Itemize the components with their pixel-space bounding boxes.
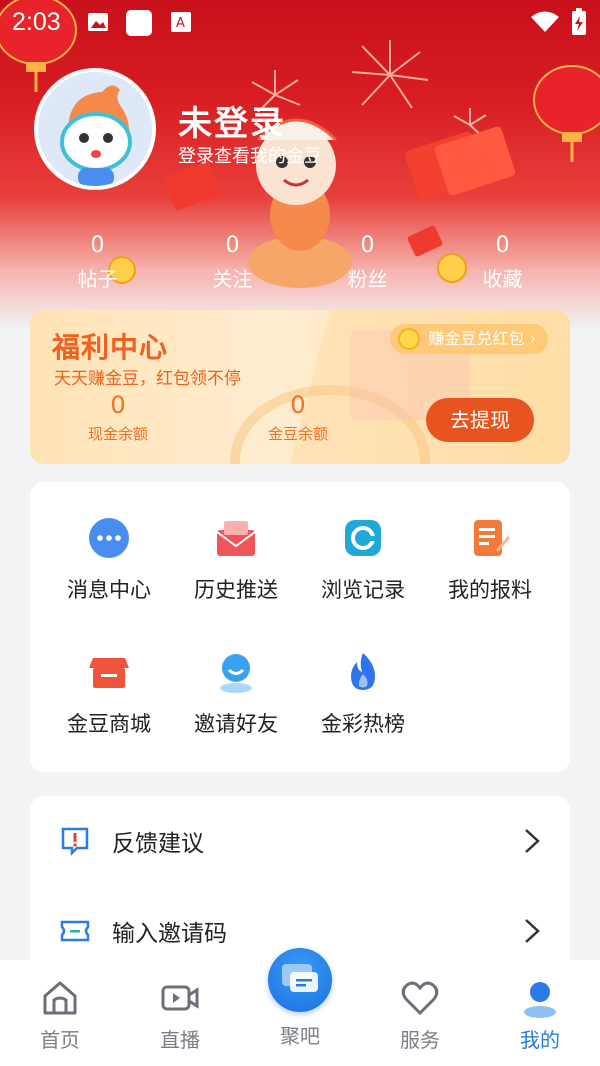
login-prompt[interactable]: 登录查看我的金豆 [178, 142, 322, 168]
grid-item-label: 浏览记录 [321, 578, 405, 602]
nav-label-community[interactable]: 聚吧 [240, 1020, 360, 1049]
welfare-center-card[interactable]: 福利中心 天天赚金豆，红包领不停 赚金豆兑红包 › 0 现金余额 0 金豆余额 … [30, 310, 570, 464]
grid-item-browse-history[interactable]: 浏览记录 [298, 516, 428, 604]
stat-label: 粉丝 [347, 267, 388, 291]
mall-icon [89, 658, 129, 688]
grid-item-bean-mall[interactable]: 金豆商城 [44, 650, 174, 738]
stat-value: 0 [495, 233, 510, 258]
chevron-right-icon [525, 829, 540, 853]
cash-balance-value: 0 [110, 391, 126, 419]
bean-balance-value: 0 [290, 391, 306, 419]
wifi-icon [531, 11, 559, 32]
stat-favorites[interactable]: 0 收藏 [435, 232, 570, 302]
grid-item-invite-friends[interactable]: 邀请好友 [171, 650, 301, 738]
browse-history-icon [345, 520, 381, 556]
grid-item-label: 金彩热榜 [321, 712, 405, 736]
hot-list-icon [351, 653, 375, 690]
grid-item-hot-list[interactable]: 金彩热榜 [298, 650, 428, 738]
profile-icon [524, 982, 556, 1018]
welfare-title: 福利中心 [52, 331, 169, 364]
status-bar: 2:03 A [0, 0, 600, 46]
stat-value: 0 [225, 233, 240, 258]
grid-item-messages[interactable]: 消息中心 [44, 516, 174, 604]
stat-following[interactable]: 0 关注 [165, 232, 300, 302]
chevron-right-icon [525, 919, 540, 943]
bean-balance[interactable]: 0 金豆余额 [248, 390, 348, 448]
chevron-right-icon: › [529, 329, 536, 348]
gold-bean-icon [398, 328, 421, 350]
nav-label: 直播 [160, 1028, 200, 1052]
cash-balance-label: 现金余额 [87, 425, 148, 443]
feedback-icon [61, 827, 89, 856]
nav-label: 服务 [400, 1028, 440, 1052]
nav-label: 我的 [520, 1028, 560, 1052]
login-status-title[interactable]: 未登录 [178, 96, 286, 145]
grid-item-label: 消息中心 [67, 578, 151, 602]
status-time: 2:03 [12, 8, 61, 36]
profile-stats: 0 帖子 0 关注 0 粉丝 0 收藏 [30, 232, 570, 302]
nav-services[interactable]: 服务 [360, 978, 480, 1053]
push-history-icon [216, 521, 256, 556]
list-item-label: 输入邀请码 [112, 921, 227, 947]
withdraw-button[interactable]: 去提现 [426, 398, 534, 442]
nav-home[interactable]: 首页 [0, 978, 120, 1053]
stat-value: 0 [90, 233, 105, 258]
stat-followers[interactable]: 0 粉丝 [300, 232, 435, 302]
earn-beans-badge[interactable]: 赚金豆兑红包 › [390, 324, 548, 354]
battery-charging-icon [572, 8, 586, 35]
svg-text:A: A [176, 16, 185, 31]
heart-icon [401, 981, 439, 1016]
mascot-avatar-icon [38, 72, 152, 186]
app-notification-icon [126, 10, 152, 36]
nav-mine[interactable]: 我的 [480, 978, 600, 1053]
grid-item-label: 我的报料 [448, 578, 532, 602]
live-icon [161, 985, 199, 1011]
message-icon [89, 518, 129, 558]
keyboard-notification-icon: A [171, 12, 191, 32]
profile-header: 2:03 A 未登录 登录查看我的金豆 0 帖子 0 关注 0 粉丝 0 收藏 [0, 0, 600, 330]
invite-code-icon [60, 920, 90, 942]
stat-value: 0 [360, 233, 375, 258]
stat-label: 收藏 [482, 267, 523, 291]
list-item-label: 反馈建议 [112, 831, 204, 857]
image-notification-icon [88, 13, 108, 31]
chat-bubbles-icon [282, 964, 318, 992]
list-item-feedback[interactable]: 反馈建议 [30, 796, 570, 886]
grid-item-label: 邀请好友 [194, 712, 278, 736]
grid-item-my-reports[interactable]: 我的报料 [425, 516, 555, 604]
grid-item-label: 金豆商城 [67, 712, 151, 736]
grid-item-label: 历史推送 [194, 578, 278, 602]
cash-balance[interactable]: 0 现金余额 [68, 390, 168, 448]
nav-community-button[interactable] [268, 948, 332, 1012]
report-icon [474, 520, 510, 556]
badge-label: 赚金豆兑红包 [428, 329, 525, 348]
nav-live[interactable]: 直播 [120, 978, 240, 1053]
stat-posts[interactable]: 0 帖子 [30, 232, 165, 302]
avatar[interactable] [34, 68, 156, 190]
bean-balance-label: 金豆余额 [267, 425, 328, 443]
nav-label: 首页 [40, 1028, 80, 1052]
function-grid: 消息中心 历史推送 浏览记录 我的报料 金豆商城 邀请好友 金彩热榜 [30, 482, 570, 772]
stat-label: 帖子 [77, 267, 118, 291]
grid-item-push-history[interactable]: 历史推送 [171, 516, 301, 604]
welfare-subtitle: 天天赚金豆，红包领不停 [54, 369, 241, 389]
invite-icon [220, 654, 252, 693]
home-icon [43, 981, 77, 1015]
stat-label: 关注 [212, 267, 253, 291]
